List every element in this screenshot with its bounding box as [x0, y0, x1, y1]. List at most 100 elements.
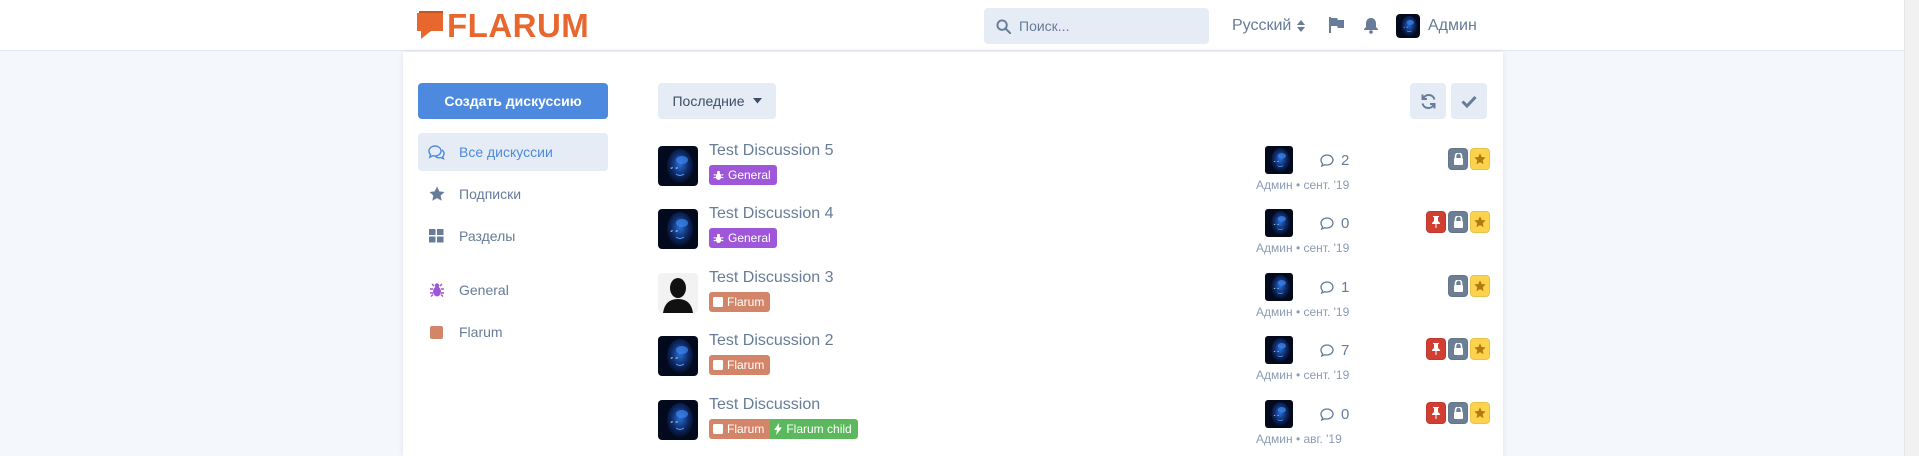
post-date: авг. '19: [1303, 432, 1342, 446]
sidebar-item-label: Все дискуссии: [459, 144, 553, 160]
badge-list: [1358, 402, 1498, 424]
avatar: [1396, 14, 1420, 38]
discussion-meta: Админ • сент. '19: [1256, 305, 1349, 319]
tag-label: General: [728, 168, 771, 182]
discussion-row[interactable]: Test Discussion 4 General 0 Админ • сент…: [658, 205, 1498, 265]
last-poster-avatar[interactable]: [1265, 273, 1293, 301]
discussion-title[interactable]: Test Discussion 4: [709, 205, 834, 223]
flag-icon[interactable]: [1327, 16, 1345, 34]
sticky-star-badge: [1470, 211, 1490, 233]
square-icon: [428, 324, 445, 341]
discussion-title[interactable]: Test Discussion 5: [709, 142, 834, 160]
discussion-title[interactable]: Test Discussion 2: [709, 332, 834, 350]
user-menu[interactable]: Админ: [1396, 14, 1477, 38]
author-name[interactable]: Админ: [1256, 432, 1293, 446]
avatar[interactable]: [658, 336, 698, 376]
comment-icon: [1320, 344, 1334, 357]
star-icon: [1474, 407, 1486, 419]
search-box[interactable]: [984, 8, 1209, 44]
last-poster-avatar[interactable]: [1265, 146, 1293, 174]
tag-list: Flarum: [709, 355, 771, 375]
caret-down-icon: [752, 98, 762, 104]
discussion-title[interactable]: Test Discussion: [709, 396, 820, 414]
tag-list: General: [709, 228, 777, 248]
flarum-logo-icon: [417, 11, 443, 39]
author-name[interactable]: Админ: [1256, 178, 1293, 192]
last-poster-avatar[interactable]: [1265, 336, 1293, 364]
comment-icon: [1320, 408, 1334, 421]
sticky-star-badge: [1470, 148, 1490, 170]
logo-text: FLARUM: [447, 7, 590, 44]
discussion-row[interactable]: Test Discussion 3 Flarum 1 Админ • сент.…: [658, 269, 1498, 329]
tag-badge[interactable]: Flarum: [709, 355, 771, 375]
locked-badge: [1448, 338, 1468, 360]
refresh-button[interactable]: [1410, 83, 1446, 119]
start-discussion-button[interactable]: Создать дискуссию: [418, 83, 608, 119]
comment-icon: [1320, 217, 1334, 230]
sort-dropdown-button[interactable]: Последние: [658, 83, 776, 119]
discussion-meta: Админ • сент. '19: [1256, 178, 1349, 192]
language-label: Русский: [1232, 17, 1292, 34]
sort-caret-icon: [1297, 20, 1306, 32]
tag-list: General: [709, 165, 777, 185]
tag-badge[interactable]: Flarum child: [770, 419, 858, 439]
search-input[interactable]: [1019, 18, 1189, 34]
star-icon: [1474, 153, 1486, 165]
tag-label: Flarum child: [786, 422, 852, 436]
square-icon: [713, 424, 723, 434]
discussion-title[interactable]: Test Discussion 3: [709, 269, 834, 287]
discussion-row[interactable]: Test Discussion Flarum Flarum child 0 Ад…: [658, 396, 1498, 456]
author-name[interactable]: Админ: [1256, 368, 1293, 382]
avatar[interactable]: [658, 209, 698, 249]
author-name[interactable]: Админ: [1256, 241, 1293, 255]
post-date: сент. '19: [1303, 305, 1350, 319]
pinned-badge: [1426, 402, 1446, 424]
star-icon: [428, 186, 445, 203]
pinned-badge: [1426, 211, 1446, 233]
sidebar-item-all-discussions[interactable]: Все дискуссии: [418, 133, 608, 171]
mark-all-read-button[interactable]: [1451, 83, 1487, 119]
lock-icon: [1453, 216, 1463, 228]
star-icon: [1474, 343, 1486, 355]
sidebar-item-label: Разделы: [459, 228, 516, 244]
locked-badge: [1448, 148, 1468, 170]
language-dropdown[interactable]: Русский: [1232, 17, 1306, 35]
reply-count: 1: [1320, 279, 1349, 296]
tag-badge[interactable]: General: [709, 228, 777, 248]
avatar[interactable]: [658, 273, 698, 313]
discussion-row[interactable]: Test Discussion 5 General 2 Админ • сент…: [658, 142, 1498, 202]
check-icon: [1461, 95, 1477, 108]
author-name[interactable]: Админ: [1256, 305, 1293, 319]
bell-icon[interactable]: [1362, 16, 1380, 34]
sidebar-item-label: Подписки: [459, 186, 522, 202]
sidebar-item-flarum[interactable]: Flarum: [418, 313, 608, 351]
reply-count: 7: [1320, 342, 1349, 359]
sticky-star-badge: [1470, 275, 1490, 297]
badge-list: [1358, 211, 1498, 233]
flarum-logo[interactable]: FLARUM: [417, 7, 590, 44]
tag-list: Flarum: [709, 292, 771, 312]
tag-badge[interactable]: Flarum: [709, 292, 771, 312]
header-bar: FLARUM Русский Админ: [0, 0, 1904, 51]
tag-label: Flarum: [727, 295, 765, 309]
thumbtack-icon: [1432, 343, 1440, 355]
last-poster-avatar[interactable]: [1265, 400, 1293, 428]
tag-badge[interactable]: General: [709, 165, 777, 185]
tag-label: Flarum: [727, 422, 765, 436]
last-poster-avatar[interactable]: [1265, 209, 1293, 237]
grid-icon: [428, 228, 445, 245]
reply-count: 0: [1320, 215, 1349, 232]
square-icon: [713, 360, 723, 370]
avatar[interactable]: [658, 146, 698, 186]
avatar[interactable]: [658, 400, 698, 440]
sidebar-item-following[interactable]: Подписки: [418, 175, 608, 213]
sidebar-item-tags[interactable]: Разделы: [418, 217, 608, 255]
sidebar-item-label: Flarum: [459, 324, 503, 340]
star-icon: [1474, 280, 1486, 292]
sticky-star-badge: [1470, 402, 1490, 424]
tag-badge[interactable]: Flarum: [709, 419, 771, 439]
sidebar-item-general[interactable]: General: [418, 271, 608, 309]
scrollbar[interactable]: [1904, 0, 1919, 456]
search-icon: [996, 18, 1011, 34]
discussion-row[interactable]: Test Discussion 2 Flarum 7 Админ • сент.…: [658, 332, 1498, 392]
